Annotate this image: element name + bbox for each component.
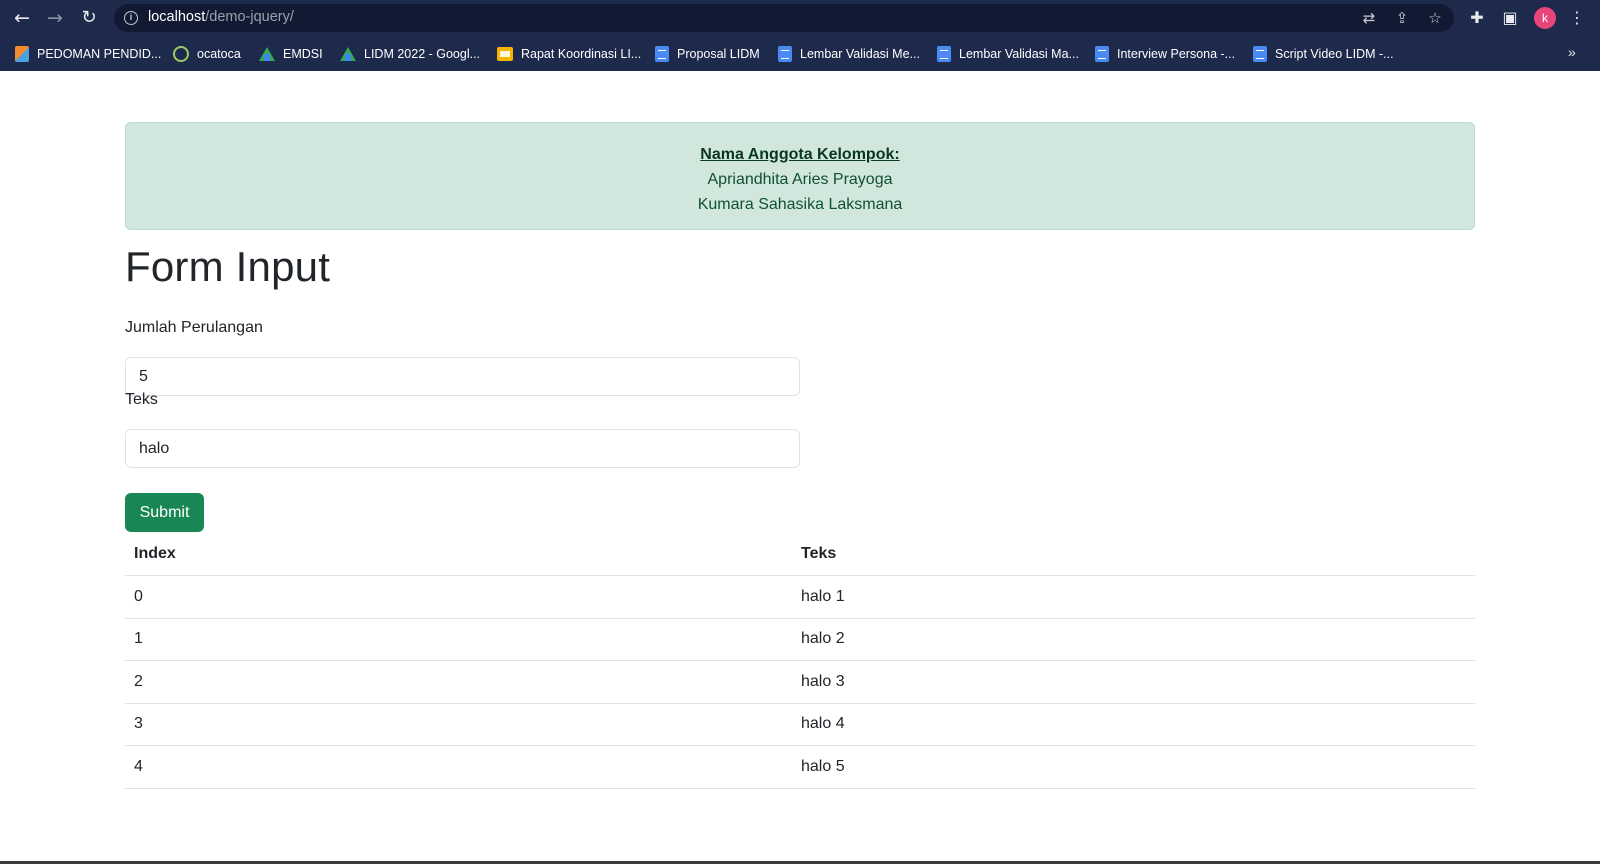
bookmark-item[interactable]: EMDSI — [259, 44, 323, 64]
drive-icon — [340, 47, 356, 61]
cell-index: 1 — [125, 618, 792, 661]
bookmark-label: LIDM 2022 - Googl... — [364, 47, 481, 61]
bookmark-label: Lembar Validasi Ma... — [959, 47, 1079, 61]
bookmark-item[interactable]: Script Video LIDM -... — [1253, 44, 1394, 64]
url-host: localhost — [148, 9, 206, 25]
url-path: /demo-jquery/ — [205, 9, 294, 25]
doc-icon — [655, 46, 669, 62]
cell-index: 4 — [125, 745, 792, 789]
group-members-alert: Nama Anggota Kelompok: Apriandhita Aries… — [125, 122, 1475, 230]
cell-teks: halo 5 — [792, 745, 1475, 789]
bookmark-label: Script Video LIDM -... — [1275, 47, 1394, 61]
table-header-row: Index Teks — [125, 533, 1475, 576]
table-row: 0 halo 1 — [125, 575, 1475, 619]
jumlah-perulangan-label: Jumlah Perulangan — [125, 319, 263, 336]
cell-index: 0 — [125, 575, 792, 619]
bookmark-label: Proposal LIDM — [677, 47, 760, 61]
bookmark-item[interactable]: ocatoca — [173, 44, 241, 64]
member-name: Kumara Sahasika Laksmana — [697, 196, 903, 213]
doc-icon — [1095, 46, 1109, 62]
bookmark-label: ocatoca — [197, 47, 241, 61]
menu-kebab-icon[interactable]: ⋮ — [1566, 7, 1588, 29]
table-row: 3 halo 4 — [125, 703, 1475, 746]
book-icon — [15, 46, 29, 62]
table-row: 2 halo 3 — [125, 660, 1475, 704]
url-text[interactable]: localhost/demo-jquery/ — [148, 9, 294, 25]
profile-avatar[interactable]: k — [1534, 7, 1556, 29]
page-content: Nama Anggota Kelompok: Apriandhita Aries… — [0, 71, 1600, 864]
bookmark-item[interactable]: PEDOMAN PENDID... — [15, 44, 161, 64]
cell-teks: halo 1 — [792, 575, 1475, 619]
cell-teks: halo 2 — [792, 618, 1475, 661]
bookmark-item[interactable]: Interview Persona -... — [1095, 44, 1235, 64]
column-header-teks: Teks — [792, 533, 1475, 576]
teks-input[interactable] — [125, 429, 800, 468]
bookmark-label: EMDSI — [283, 47, 323, 61]
cell-index: 2 — [125, 660, 792, 704]
extensions-puzzle-icon[interactable]: ✚ — [1466, 7, 1488, 29]
table-row: 4 halo 5 — [125, 745, 1475, 789]
slides-icon — [497, 47, 513, 61]
page-title: Form Input — [125, 243, 331, 290]
column-header-index: Index — [125, 533, 792, 576]
translate-icon[interactable]: ⇄ — [1358, 7, 1380, 29]
table-row: 1 halo 2 — [125, 618, 1475, 661]
drive-icon — [259, 47, 275, 61]
alert-title: Nama Anggota Kelompok: — [700, 146, 900, 163]
bookmark-star-icon[interactable]: ☆ — [1424, 7, 1446, 29]
side-panel-icon[interactable]: ▣ — [1499, 7, 1521, 29]
bookmark-item[interactable]: Lembar Validasi Ma... — [937, 44, 1079, 64]
forward-arrow-icon[interactable]: → — [44, 7, 66, 29]
bookmark-label: Lembar Validasi Me... — [800, 47, 920, 61]
cell-index: 3 — [125, 703, 792, 746]
bookmark-label: Interview Persona -... — [1117, 47, 1236, 61]
result-table: Index Teks 0 halo 1 1 halo 2 2 halo 3 3 … — [125, 533, 1475, 789]
address-bar[interactable]: i localhost/demo-jquery/ ⇄ ⇪ ☆ — [114, 4, 1454, 32]
doc-icon — [778, 46, 792, 62]
back-arrow-icon[interactable]: ← — [11, 7, 33, 29]
more-bookmarks-chevron-icon[interactable]: » — [1568, 44, 1576, 60]
submit-button[interactable]: Submit — [125, 493, 204, 532]
site-info-icon[interactable]: i — [124, 11, 138, 25]
bookmark-item[interactable]: Lembar Validasi Me... — [778, 44, 920, 64]
doc-icon — [937, 46, 951, 62]
browser-toolbar: ← → ↻ i localhost/demo-jquery/ ⇄ ⇪ ☆ ✚ ▣… — [0, 0, 1600, 36]
bookmark-item[interactable]: Rapat Koordinasi LI... — [497, 44, 641, 64]
doc-icon — [1253, 46, 1267, 62]
bookmarks-bar: PEDOMAN PENDID... ocatoca EMDSI LIDM 202… — [0, 36, 1600, 71]
circle-icon — [173, 46, 189, 62]
bookmark-item[interactable]: LIDM 2022 - Googl... — [340, 44, 480, 64]
teks-label: Teks — [125, 391, 158, 408]
bookmark-label: PEDOMAN PENDID... — [37, 47, 162, 61]
bookmark-label: Rapat Koordinasi LI... — [521, 47, 642, 61]
share-icon[interactable]: ⇪ — [1391, 7, 1413, 29]
cell-teks: halo 3 — [792, 660, 1475, 704]
cell-teks: halo 4 — [792, 703, 1475, 746]
bookmark-item[interactable]: Proposal LIDM — [655, 44, 760, 64]
reload-icon[interactable]: ↻ — [78, 7, 100, 29]
member-name: Apriandhita Aries Prayoga — [707, 171, 893, 188]
jumlah-perulangan-input[interactable] — [125, 357, 800, 396]
